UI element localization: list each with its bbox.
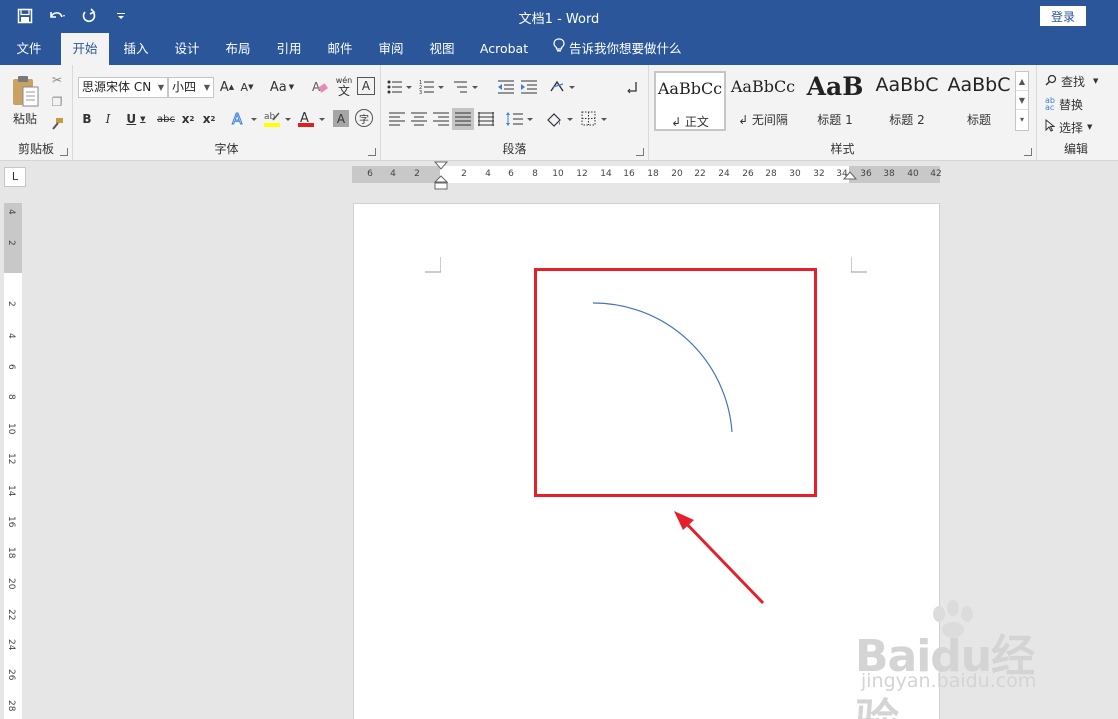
watermark-url: jingyan.baidu.com [861, 670, 1037, 692]
highlight-box [534, 268, 817, 497]
watermark: Baidu经验 jingyan.baidu.com [855, 600, 1075, 719]
annotation-arrow [681, 518, 765, 605]
